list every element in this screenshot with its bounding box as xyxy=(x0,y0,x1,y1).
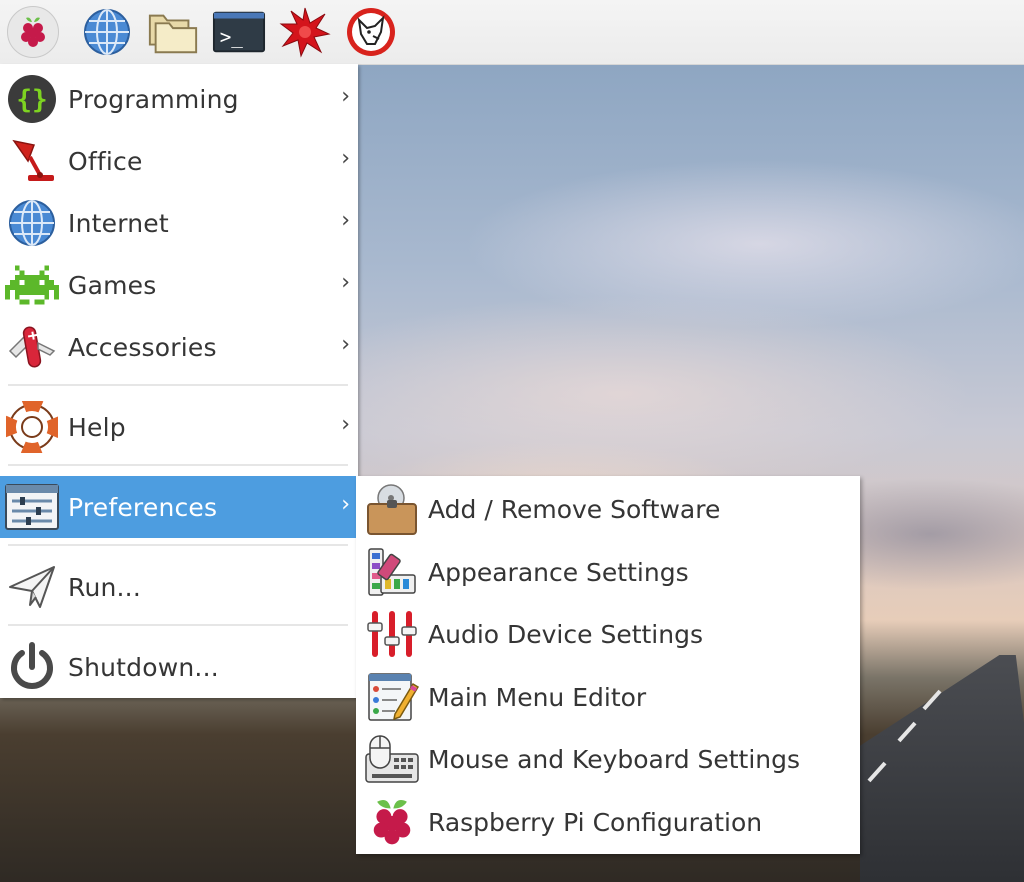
submenu-item-raspberry-pi-configuration[interactable]: Raspberry Pi Configuration xyxy=(356,791,860,853)
submenu-item-label: Raspberry Pi Configuration xyxy=(428,807,763,837)
menu-separator xyxy=(8,464,348,466)
menu-item-run[interactable]: Run... xyxy=(0,556,358,618)
menu-item-help[interactable]: Help › xyxy=(0,396,358,458)
software-package-icon xyxy=(364,481,420,537)
submenu-arrow-icon: › xyxy=(341,332,350,357)
submenu-item-main-menu-editor[interactable]: Main Menu Editor xyxy=(356,666,860,728)
menu-item-accessories[interactable]: Accessories › xyxy=(0,316,358,378)
submenu-item-label: Audio Device Settings xyxy=(428,619,703,649)
pocket-knife-icon xyxy=(4,319,60,375)
menu-item-label: Shutdown... xyxy=(68,652,219,682)
submenu-item-audio-device-settings[interactable]: Audio Device Settings xyxy=(356,603,860,665)
menu-item-label: Programming xyxy=(68,84,239,114)
mouse-keyboard-icon xyxy=(364,731,420,787)
raspberry-icon xyxy=(7,6,59,58)
menu-item-office[interactable]: Office › xyxy=(0,130,358,192)
submenu-arrow-icon: › xyxy=(341,208,350,233)
submenu-item-label: Add / Remove Software xyxy=(428,494,721,524)
applications-menu: {} Programming › Office › Internet › Gam… xyxy=(0,64,358,698)
space-invader-icon xyxy=(4,257,60,313)
menu-item-internet[interactable]: Internet › xyxy=(0,192,358,254)
globe-icon xyxy=(84,9,130,55)
submenu-item-label: Main Menu Editor xyxy=(428,682,647,712)
submenu-arrow-icon: › xyxy=(341,492,350,517)
lifebuoy-icon xyxy=(4,399,60,455)
submenu-item-add-remove-software[interactable]: Add / Remove Software xyxy=(356,478,860,540)
menu-item-label: Preferences xyxy=(68,492,218,522)
menu-item-shutdown[interactable]: Shutdown... xyxy=(0,636,358,698)
settings-sliders-icon xyxy=(4,479,60,535)
desk-lamp-icon xyxy=(4,133,60,189)
wolf-icon xyxy=(347,8,395,56)
applications-menu-button[interactable] xyxy=(6,6,60,58)
raspberry-icon xyxy=(364,794,420,850)
submenu-arrow-icon: › xyxy=(341,84,350,109)
terminal-launcher[interactable]: >_ xyxy=(212,6,266,58)
globe-icon xyxy=(4,195,60,251)
wolfram-launcher[interactable] xyxy=(344,6,398,58)
terminal-icon: >_ xyxy=(212,11,266,53)
menu-item-programming[interactable]: {} Programming › xyxy=(0,68,358,130)
menu-item-games[interactable]: Games › xyxy=(0,254,358,316)
menu-item-label: Run... xyxy=(68,572,141,602)
submenu-arrow-icon: › xyxy=(341,146,350,171)
menu-item-preferences[interactable]: Preferences › xyxy=(0,476,358,538)
top-panel: >_ xyxy=(0,0,1024,65)
menu-item-label: Office xyxy=(68,146,143,176)
red-star-icon xyxy=(279,7,331,58)
mathematica-launcher[interactable] xyxy=(278,6,332,58)
file-manager-launcher[interactable] xyxy=(146,6,200,58)
preferences-submenu: Add / Remove Software Appearance Setting… xyxy=(356,476,860,854)
audio-mixer-icon xyxy=(364,606,420,662)
web-browser-launcher[interactable] xyxy=(80,6,134,58)
menu-separator xyxy=(8,384,348,386)
svg-text:{}: {} xyxy=(16,85,47,115)
submenu-item-mouse-keyboard-settings[interactable]: Mouse and Keyboard Settings xyxy=(356,728,860,790)
paper-plane-icon xyxy=(4,559,60,615)
menu-item-label: Games xyxy=(68,270,157,300)
code-braces-icon: {} xyxy=(4,71,60,127)
terminal-prompt: >_ xyxy=(220,26,244,49)
menu-separator xyxy=(8,624,348,626)
submenu-item-label: Mouse and Keyboard Settings xyxy=(428,744,801,774)
menu-editor-icon xyxy=(364,669,420,725)
menu-item-label: Accessories xyxy=(68,332,217,362)
menu-item-label: Internet xyxy=(68,208,169,238)
submenu-item-label: Appearance Settings xyxy=(428,557,689,587)
power-icon xyxy=(4,639,60,695)
submenu-arrow-icon: › xyxy=(341,270,350,295)
menu-item-label: Help xyxy=(68,412,126,442)
folders-icon xyxy=(148,14,198,54)
submenu-item-appearance-settings[interactable]: Appearance Settings xyxy=(356,541,860,603)
color-palette-icon xyxy=(364,544,420,600)
menu-separator xyxy=(8,544,348,546)
submenu-arrow-icon: › xyxy=(341,412,350,437)
